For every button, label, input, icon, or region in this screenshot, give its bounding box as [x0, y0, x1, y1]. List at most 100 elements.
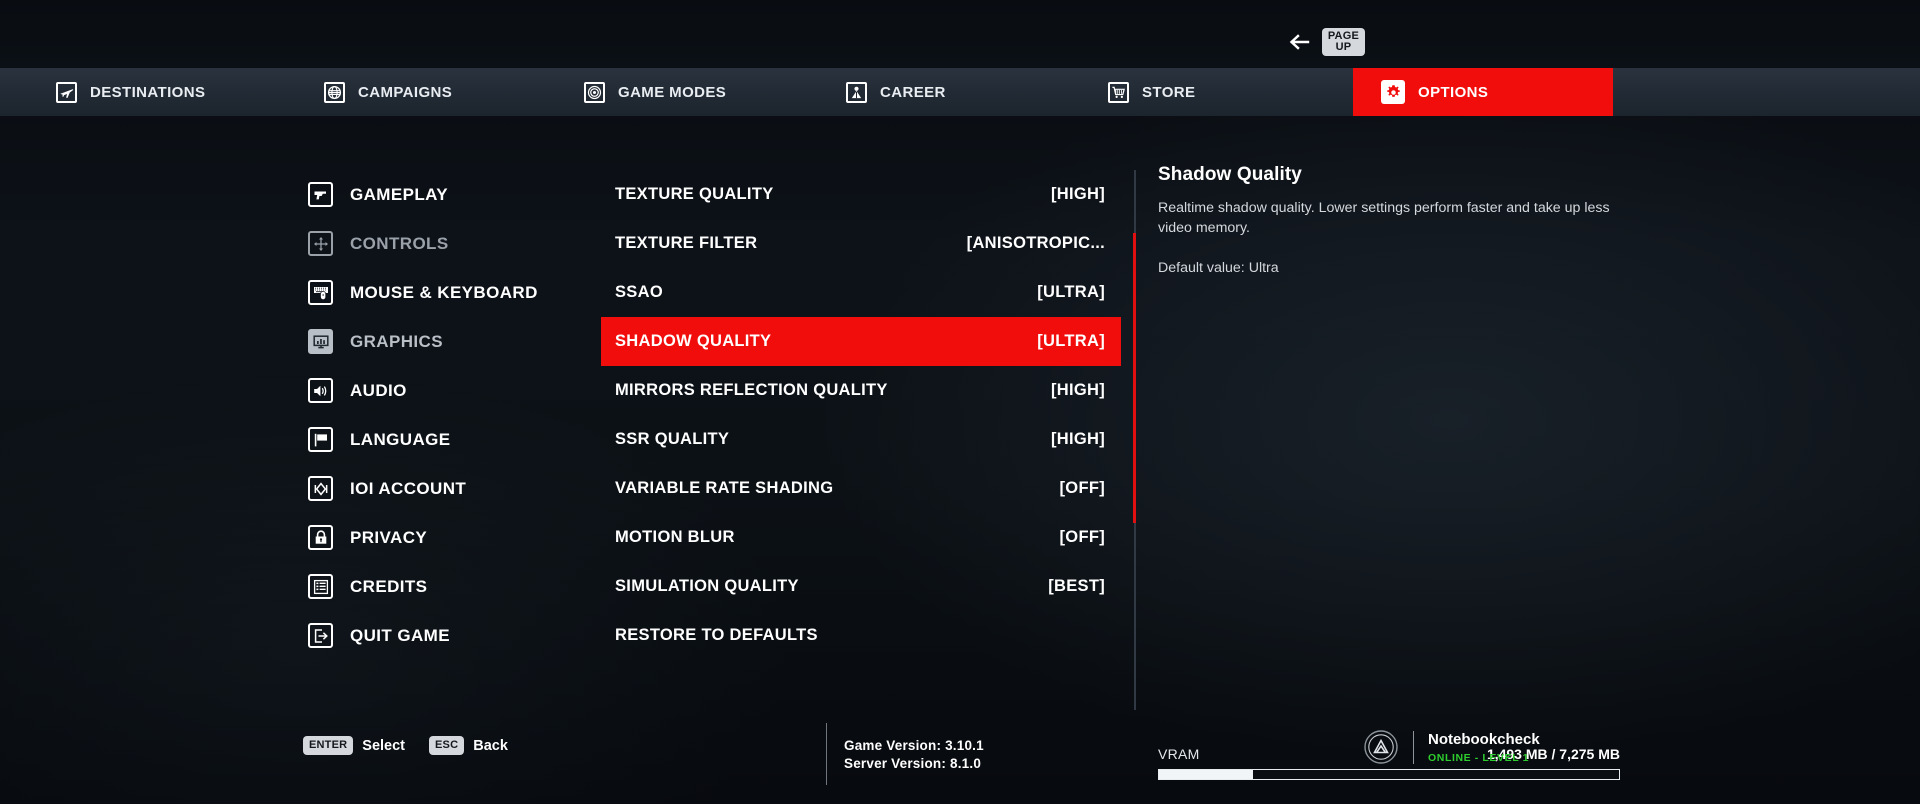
hint-back[interactable]: ESC Back: [429, 736, 508, 755]
dpad-icon: [308, 231, 333, 256]
setting-value: [ULTRA]: [1037, 283, 1105, 301]
setting-label: RESTORE TO DEFAULTS: [615, 626, 818, 644]
sidebar-item-quit-game[interactable]: QUIT GAME: [308, 611, 568, 660]
sidebar-label-graphics: GRAPHICS: [350, 331, 443, 351]
profile-badge-icon: [1364, 730, 1398, 764]
setting-value: [ULTRA]: [1037, 332, 1105, 350]
arrow-left-icon[interactable]: [1286, 29, 1312, 55]
nav-label-destinations: DESTINATIONS: [90, 83, 206, 101]
description-default-value: Default value: Ultra: [1158, 260, 1279, 276]
scrollbar-thumb[interactable]: [1133, 233, 1136, 523]
sidebar-item-credits[interactable]: CREDITS: [308, 562, 568, 611]
profile-text-block: Notebookcheck ONLINE - LEVEL 1: [1428, 731, 1540, 764]
person-icon: [846, 81, 867, 103]
nav-label-campaigns: CAMPAIGNS: [358, 83, 453, 101]
sidebar-item-language[interactable]: LANGUAGE: [308, 415, 568, 464]
gear-icon: [1381, 80, 1405, 104]
top-strip: PAGE UP: [0, 0, 1920, 68]
nav-item-options[interactable]: OPTIONS: [1353, 68, 1613, 116]
sidebar-label-ioi-account: IOI ACCOUNT: [350, 478, 467, 498]
sidebar-item-graphics[interactable]: GRAPHICS: [308, 317, 568, 366]
profile-status: ONLINE - LEVEL 1: [1428, 751, 1530, 764]
sidebar-label-controls: CONTROLS: [350, 233, 449, 253]
setting-label: SSR QUALITY: [615, 430, 730, 448]
page-up-keycap[interactable]: PAGE UP: [1321, 28, 1365, 56]
hint-select[interactable]: ENTER Select: [303, 736, 405, 755]
description-body: Realtime shadow quality. Lower settings …: [1158, 200, 1610, 236]
sidebar-label-audio: AUDIO: [350, 380, 407, 400]
sidebar-item-ioi-account[interactable]: IOI ACCOUNT: [308, 464, 568, 513]
airplane-icon: [56, 81, 77, 103]
setting-value: [ANISOTROPIC...: [966, 234, 1105, 252]
settings-scrollbar[interactable]: [1133, 170, 1137, 710]
key-hints: ENTER Select ESC Back: [303, 736, 508, 755]
flag-icon: [308, 427, 333, 452]
setting-value: [HIGH]: [1050, 430, 1105, 448]
setting-value: [OFF]: [1059, 528, 1105, 546]
sidebar-label-quit-game: QUIT GAME: [350, 625, 450, 645]
pistol-icon: [308, 182, 333, 207]
sidebar-label-mouse-keyboard: MOUSE & KEYBOARD: [350, 282, 538, 302]
nav-item-store[interactable]: STORE: [1108, 68, 1195, 116]
keyboard-mouse-icon: [308, 280, 333, 305]
sidebar-label-credits: CREDITS: [350, 576, 428, 596]
options-sidebar: GAMEPLAY CONTROLS MOUSE & KEYBOARD GRAPH…: [308, 170, 568, 660]
setting-row-restore-to-defaults[interactable]: RESTORE TO DEFAULTS: [601, 611, 1121, 660]
lock-icon: [308, 525, 333, 550]
setting-label: VARIABLE RATE SHADING: [615, 479, 834, 497]
nav-label-game-modes: GAME MODES: [618, 83, 727, 101]
nav-item-game-modes[interactable]: GAME MODES: [584, 68, 726, 116]
setting-value: [HIGH]: [1050, 381, 1105, 399]
nav-label-store: STORE: [1142, 83, 1196, 101]
ioi-diamond-icon: [308, 476, 333, 501]
setting-value: [BEST]: [1048, 577, 1105, 595]
shopping-cart-icon: [1108, 81, 1129, 103]
setting-label: MIRRORS REFLECTION QUALITY: [615, 381, 888, 399]
sidebar-item-controls[interactable]: CONTROLS: [308, 219, 568, 268]
sidebar-item-privacy[interactable]: PRIVACY: [308, 513, 568, 562]
page-up-control[interactable]: PAGE UP: [1286, 28, 1365, 56]
esc-keycap: ESC: [429, 736, 465, 755]
game-version: Game Version: 3.10.1: [844, 737, 984, 753]
profile-name: Notebookcheck: [1428, 730, 1540, 748]
options-screen: PAGE UP DESTINATIONS CAMPAIGNS GAME MODE…: [0, 0, 1920, 804]
enter-keycap: ENTER: [303, 736, 354, 755]
setting-row-simulation-quality[interactable]: SIMULATION QUALITY [BEST]: [601, 562, 1121, 611]
footer-bar: ENTER Select ESC Back Game Version: 3.10…: [0, 716, 1920, 804]
setting-label: SSAO: [615, 283, 663, 301]
hint-label-back: Back: [473, 737, 508, 754]
target-icon: [584, 81, 605, 103]
setting-label: SHADOW QUALITY: [615, 332, 772, 350]
setting-row-texture-filter[interactable]: TEXTURE FILTER [ANISOTROPIC...: [601, 219, 1121, 268]
sidebar-item-mouse-keyboard[interactable]: MOUSE & KEYBOARD: [308, 268, 568, 317]
graphics-settings-list: TEXTURE QUALITY [HIGH] TEXTURE FILTER [A…: [601, 170, 1121, 660]
exit-icon: [308, 623, 333, 648]
setting-row-mirrors-reflection-quality[interactable]: MIRRORS REFLECTION QUALITY [HIGH]: [601, 366, 1121, 415]
setting-row-shadow-quality[interactable]: SHADOW QUALITY [ULTRA]: [601, 317, 1121, 366]
setting-label: MOTION BLUR: [615, 528, 735, 546]
version-info: Game Version: 3.10.1 Server Version: 8.1…: [826, 723, 984, 785]
hint-label-select: Select: [362, 737, 406, 754]
setting-label: TEXTURE FILTER: [615, 234, 758, 252]
setting-row-variable-rate-shading[interactable]: VARIABLE RATE SHADING [OFF]: [601, 464, 1121, 513]
sidebar-item-gameplay[interactable]: GAMEPLAY: [308, 170, 568, 219]
setting-row-texture-quality[interactable]: TEXTURE QUALITY [HIGH]: [601, 170, 1121, 219]
player-profile[interactable]: Notebookcheck ONLINE - LEVEL 1: [1364, 730, 1540, 764]
nav-item-campaigns[interactable]: CAMPAIGNS: [324, 68, 452, 116]
nav-label-options: OPTIONS: [1418, 83, 1489, 101]
setting-value: [OFF]: [1059, 479, 1105, 497]
description-title: Shadow Quality: [1158, 164, 1302, 185]
sidebar-item-audio[interactable]: AUDIO: [308, 366, 568, 415]
setting-description-panel: Shadow Quality Realtime shadow quality. …: [1158, 164, 1628, 278]
setting-row-ssr-quality[interactable]: SSR QUALITY [HIGH]: [601, 415, 1121, 464]
content-area: GAMEPLAY CONTROLS MOUSE & KEYBOARD GRAPH…: [0, 116, 1920, 780]
profile-divider: [1413, 730, 1414, 764]
nav-item-career[interactable]: CAREER: [846, 68, 946, 116]
setting-row-ssao[interactable]: SSAO [ULTRA]: [601, 268, 1121, 317]
nav-item-destinations[interactable]: DESTINATIONS: [56, 68, 205, 116]
setting-row-motion-blur[interactable]: MOTION BLUR [OFF]: [601, 513, 1121, 562]
page-up-line2: UP: [1335, 41, 1352, 53]
speaker-icon: [308, 378, 333, 403]
sidebar-label-gameplay: GAMEPLAY: [350, 184, 448, 204]
setting-value: [HIGH]: [1050, 185, 1105, 203]
